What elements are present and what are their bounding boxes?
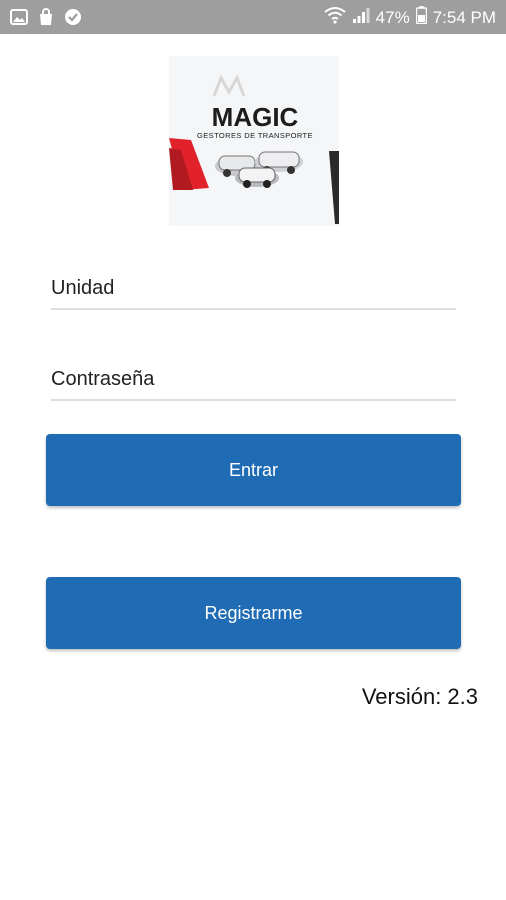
password-input[interactable]: [51, 359, 456, 399]
register-button-label: Registrarme: [204, 602, 303, 623]
login-button[interactable]: Entrar: [46, 434, 461, 506]
shopping-bag-icon: [38, 8, 54, 31]
password-field-container: [51, 359, 456, 401]
battery-percent: 47%: [375, 8, 410, 27]
version-label: Versión: 2.3: [361, 684, 478, 709]
logo-brand-text: MAGIC: [212, 102, 299, 132]
signal-icon: [352, 6, 370, 30]
gallery-icon: [10, 9, 28, 30]
status-bar: 47% 7:54 PM: [0, 0, 506, 34]
unidad-field-container: [51, 268, 456, 310]
battery-icon: [415, 6, 427, 30]
clock: 7:54 PM: [432, 8, 496, 27]
status-bar-left: [10, 8, 82, 31]
unidad-input[interactable]: [51, 268, 456, 308]
register-button[interactable]: Registrarme: [46, 577, 461, 649]
check-circle-icon: [64, 8, 82, 31]
wifi-icon: [324, 6, 346, 30]
login-button-label: Entrar: [228, 459, 279, 480]
app-logo: MAGIC GESTORES DE TRANSPORTE: [169, 56, 339, 226]
status-bar-right: 47% 7:54 PM: [324, 6, 496, 30]
logo-tagline-text: GESTORES DE TRANSPORTE: [197, 131, 313, 140]
